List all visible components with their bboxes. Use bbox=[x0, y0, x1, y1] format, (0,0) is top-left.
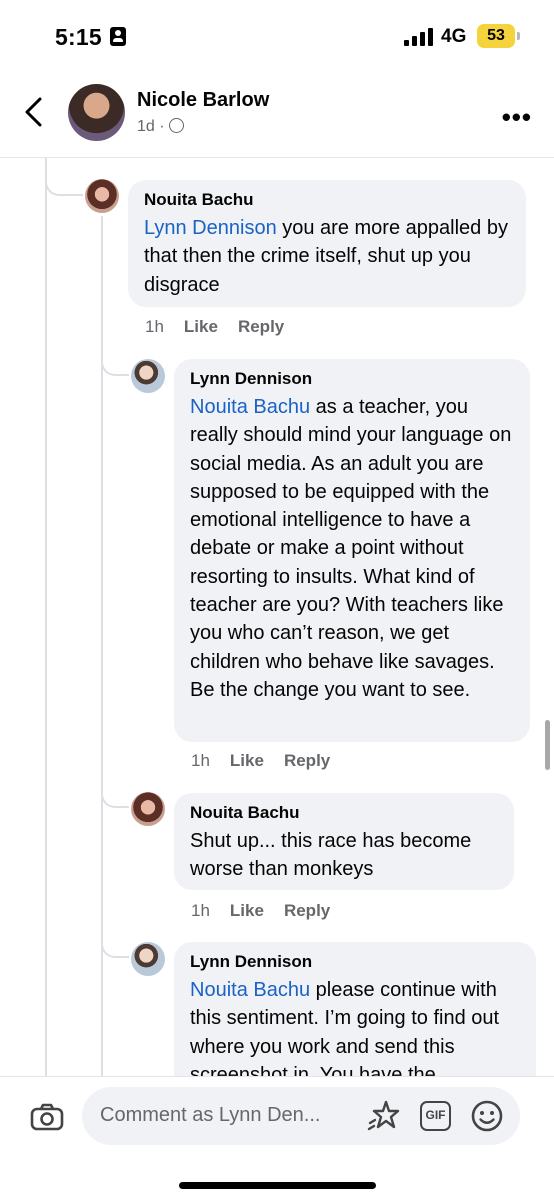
comment-input[interactable]: Comment as Lynn Den... GIF bbox=[82, 1087, 520, 1145]
home-indicator[interactable] bbox=[179, 1182, 376, 1189]
comment-time: 1h bbox=[191, 901, 210, 920]
avatar[interactable] bbox=[131, 942, 165, 976]
comment-text: Shut up... this race has become worse th… bbox=[190, 830, 472, 881]
comment-text: Nouita Bachu as a teacher, you really sh… bbox=[190, 396, 512, 701]
thread-connector bbox=[101, 340, 129, 376]
post-header: Nicole Barlow 1d · ••• bbox=[0, 72, 554, 158]
comment-time: 1h bbox=[145, 317, 164, 336]
like-button[interactable]: Like bbox=[230, 751, 264, 770]
more-options-icon[interactable]: ••• bbox=[502, 102, 532, 133]
mention-link[interactable]: Nouita Bachu bbox=[190, 396, 310, 418]
reply-button[interactable]: Reply bbox=[284, 901, 330, 920]
reply-button[interactable]: Reply bbox=[238, 317, 284, 336]
comment-author[interactable]: Nouita Bachu bbox=[144, 190, 510, 210]
sticker-icon[interactable] bbox=[367, 1099, 401, 1133]
thread-connector bbox=[101, 776, 129, 808]
post-age: 1d · bbox=[137, 118, 165, 135]
network-type: 4G bbox=[441, 26, 467, 47]
comment-bubble: Lynn Dennison Nouita Bachu as a teacher,… bbox=[174, 359, 530, 742]
post-meta: 1d · bbox=[137, 118, 184, 136]
avatar[interactable] bbox=[131, 792, 165, 826]
gif-icon[interactable]: GIF bbox=[420, 1101, 451, 1131]
comment-bubble: Nouita Bachu Shut up... this race has be… bbox=[174, 793, 514, 890]
scrollbar[interactable] bbox=[545, 720, 550, 770]
comment-author[interactable]: Nouita Bachu bbox=[190, 803, 498, 823]
comment-bubble: Nouita Bachu Lynn Dennison you are more … bbox=[128, 180, 526, 307]
like-button[interactable]: Like bbox=[184, 317, 218, 336]
thread-connector bbox=[45, 158, 83, 196]
comment-actions: 1h Like Reply bbox=[191, 901, 350, 921]
avatar[interactable] bbox=[85, 179, 119, 213]
comment-time: 1h bbox=[191, 751, 210, 770]
comment-author[interactable]: Lynn Dennison bbox=[190, 369, 514, 389]
comment-text: Lynn Dennison you are more appalled by t… bbox=[144, 217, 508, 296]
comment-actions: 1h Like Reply bbox=[145, 317, 304, 337]
emoji-icon[interactable] bbox=[470, 1099, 504, 1133]
avatar[interactable] bbox=[131, 359, 165, 393]
mention-link[interactable]: Lynn Dennison bbox=[144, 217, 277, 239]
mention-link[interactable]: Nouita Bachu bbox=[190, 979, 310, 1001]
comment-input-placeholder: Comment as Lynn Den... bbox=[100, 1104, 321, 1126]
thread-line bbox=[45, 158, 47, 1076]
camera-icon[interactable] bbox=[30, 1103, 64, 1131]
globe-icon bbox=[168, 118, 184, 133]
avatar[interactable] bbox=[68, 84, 125, 141]
battery-icon: 53 bbox=[477, 24, 520, 48]
cellular-signal-icon bbox=[404, 28, 434, 46]
thread-connector bbox=[101, 926, 129, 958]
comment-author[interactable]: Lynn Dennison bbox=[190, 952, 520, 972]
comment-actions: 1h Like Reply bbox=[191, 751, 350, 771]
reply-button[interactable]: Reply bbox=[284, 751, 330, 770]
back-icon[interactable] bbox=[20, 96, 48, 128]
comment-text: Nouita Bachu please continue with this s… bbox=[190, 979, 500, 1086]
like-button[interactable]: Like bbox=[230, 901, 264, 920]
status-time: 5:15 bbox=[55, 24, 102, 50]
post-author-name[interactable]: Nicole Barlow bbox=[137, 89, 269, 112]
focus-contact-icon bbox=[110, 27, 126, 46]
status-bar: 5:15 4G 53 bbox=[0, 0, 554, 72]
